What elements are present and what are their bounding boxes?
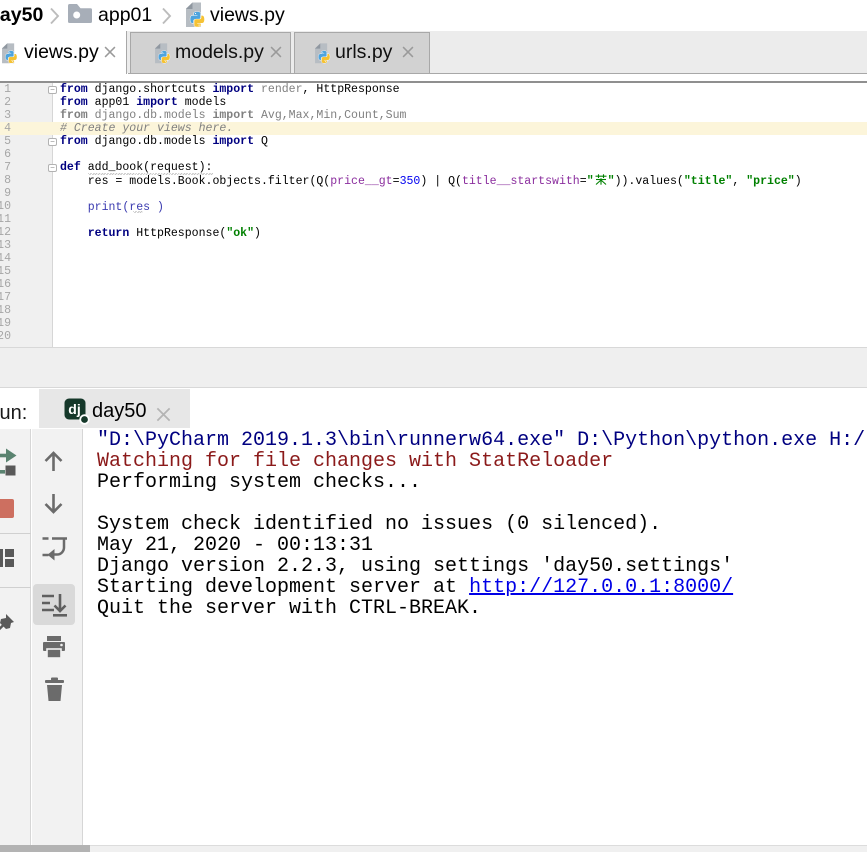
- svg-text:dj: dj: [68, 401, 80, 417]
